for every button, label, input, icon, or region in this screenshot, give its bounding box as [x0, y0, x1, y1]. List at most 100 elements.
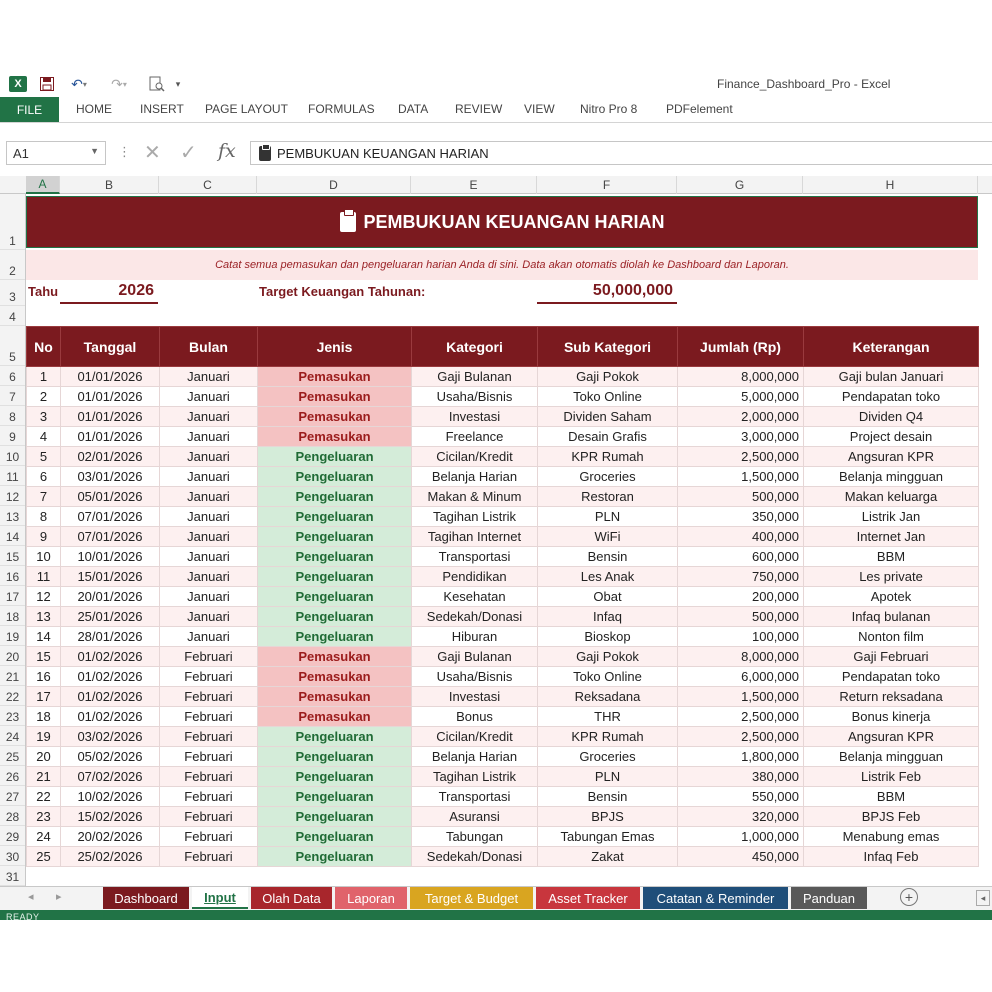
cell-jumlah[interactable]: 380,000: [677, 766, 804, 787]
cell-kategori[interactable]: Tagihan Listrik: [411, 766, 538, 787]
cell-tanggal[interactable]: 15/01/2026: [60, 566, 160, 587]
cell-jenis[interactable]: Pengeluaran: [257, 526, 412, 547]
cell-jumlah[interactable]: 6,000,000: [677, 666, 804, 687]
cell-jumlah[interactable]: 500,000: [677, 486, 804, 507]
cell-sub-kategori[interactable]: PLN: [537, 506, 678, 527]
cell-no[interactable]: 18: [26, 706, 61, 727]
cell-jumlah[interactable]: 8,000,000: [677, 366, 804, 387]
row-header[interactable]: 24: [0, 726, 25, 746]
cell-sub-kategori[interactable]: Reksadana: [537, 686, 678, 707]
cell-kategori[interactable]: Cicilan/Kredit: [411, 726, 538, 747]
sheet-tab-catatan-reminder[interactable]: Catatan & Reminder: [643, 887, 788, 909]
cell-kategori[interactable]: Cicilan/Kredit: [411, 446, 538, 467]
cell-tanggal[interactable]: 03/02/2026: [60, 726, 160, 747]
header-bulan[interactable]: Bulan: [159, 326, 258, 367]
sheet-tab-target-budget[interactable]: Target & Budget: [410, 887, 533, 909]
cell-bulan[interactable]: Januari: [159, 366, 258, 387]
row-header[interactable]: 30: [0, 846, 25, 866]
tab-home[interactable]: HOME: [76, 102, 112, 116]
tab-page-layout[interactable]: PAGE LAYOUT: [205, 102, 288, 116]
cell-tanggal[interactable]: 02/01/2026: [60, 446, 160, 467]
cell-jenis[interactable]: Pengeluaran: [257, 506, 412, 527]
header-kategori[interactable]: Kategori: [411, 326, 538, 367]
cell-keterangan[interactable]: Infaq Feb: [803, 846, 979, 867]
cell-keterangan[interactable]: Gaji Februari: [803, 646, 979, 667]
header-jenis[interactable]: Jenis: [257, 326, 412, 367]
header-keterangan[interactable]: Keterangan: [803, 326, 979, 367]
cell-bulan[interactable]: Februari: [159, 746, 258, 767]
cell-sub-kategori[interactable]: Toko Online: [537, 386, 678, 407]
cell-no[interactable]: 6: [26, 466, 61, 487]
cell-bulan[interactable]: Februari: [159, 686, 258, 707]
cell-jumlah[interactable]: 550,000: [677, 786, 804, 807]
target-value[interactable]: 50,000,000: [537, 282, 677, 304]
cell-bulan[interactable]: Januari: [159, 486, 258, 507]
cell-tanggal[interactable]: 05/01/2026: [60, 486, 160, 507]
sheet-tab-laporan[interactable]: Laporan: [335, 887, 407, 909]
header-no[interactable]: No: [26, 326, 61, 367]
cell-no[interactable]: 7: [26, 486, 61, 507]
cell-kategori[interactable]: Bonus: [411, 706, 538, 727]
cell-keterangan[interactable]: Listrik Feb: [803, 766, 979, 787]
cell-bulan[interactable]: Februari: [159, 806, 258, 827]
cell-jenis[interactable]: Pengeluaran: [257, 546, 412, 567]
cell-bulan[interactable]: Februari: [159, 826, 258, 847]
cell-keterangan[interactable]: Angsuran KPR: [803, 726, 979, 747]
cell-no[interactable]: 8: [26, 506, 61, 527]
cell-jenis[interactable]: Pengeluaran: [257, 846, 412, 867]
cell-bulan[interactable]: Januari: [159, 606, 258, 627]
row-header[interactable]: 21: [0, 666, 25, 686]
cell-no[interactable]: 3: [26, 406, 61, 427]
sheet-tab-olah-data[interactable]: Olah Data: [251, 887, 332, 909]
cell-sub-kategori[interactable]: KPR Rumah: [537, 726, 678, 747]
row-header[interactable]: 6: [0, 366, 25, 386]
cell-jumlah[interactable]: 400,000: [677, 526, 804, 547]
cell-bulan[interactable]: Februari: [159, 846, 258, 867]
row-header[interactable]: 18: [0, 606, 25, 626]
cell-keterangan[interactable]: Nonton film: [803, 626, 979, 647]
cell-jumlah[interactable]: 1,500,000: [677, 466, 804, 487]
row-header[interactable]: 2: [0, 250, 25, 280]
cell-kategori[interactable]: Tagihan Internet: [411, 526, 538, 547]
cell-keterangan[interactable]: Apotek: [803, 586, 979, 607]
cell-no[interactable]: 25: [26, 846, 61, 867]
row-header[interactable]: 19: [0, 626, 25, 646]
cell-sub-kategori[interactable]: WiFi: [537, 526, 678, 547]
cell-jumlah[interactable]: 1,500,000: [677, 686, 804, 707]
scroll-tabs-right-icon[interactable]: ▸: [56, 890, 62, 903]
cell-tanggal[interactable]: 07/01/2026: [60, 526, 160, 547]
cell-no[interactable]: 4: [26, 426, 61, 447]
scroll-left-icon[interactable]: ◂: [976, 890, 990, 906]
cell-jenis[interactable]: Pengeluaran: [257, 486, 412, 507]
header-sub-kategori[interactable]: Sub Kategori: [537, 326, 678, 367]
column-header-a[interactable]: A: [26, 176, 60, 194]
cell-sub-kategori[interactable]: Restoran: [537, 486, 678, 507]
cell-sub-kategori[interactable]: Zakat: [537, 846, 678, 867]
tab-review[interactable]: REVIEW: [455, 102, 502, 116]
cell-sub-kategori[interactable]: Bioskop: [537, 626, 678, 647]
cell-jenis[interactable]: Pengeluaran: [257, 746, 412, 767]
column-header-b[interactable]: B: [60, 176, 159, 194]
cell-keterangan[interactable]: Dividen Q4: [803, 406, 979, 427]
cell-sub-kategori[interactable]: Gaji Pokok: [537, 646, 678, 667]
row-header[interactable]: 12: [0, 486, 25, 506]
cell-sub-kategori[interactable]: KPR Rumah: [537, 446, 678, 467]
row-header[interactable]: 25: [0, 746, 25, 766]
cell-tanggal[interactable]: 10/01/2026: [60, 546, 160, 567]
cell-jumlah[interactable]: 500,000: [677, 606, 804, 627]
cell-tanggal[interactable]: 25/02/2026: [60, 846, 160, 867]
cell-kategori[interactable]: Pendidikan: [411, 566, 538, 587]
cell-tanggal[interactable]: 01/01/2026: [60, 366, 160, 387]
cell-kategori[interactable]: Asuransi: [411, 806, 538, 827]
cell-tanggal[interactable]: 01/02/2026: [60, 666, 160, 687]
cell-keterangan[interactable]: Return reksadana: [803, 686, 979, 707]
cell-tanggal[interactable]: 01/01/2026: [60, 406, 160, 427]
cell-jumlah[interactable]: 600,000: [677, 546, 804, 567]
cell-bulan[interactable]: Februari: [159, 646, 258, 667]
cell-kategori[interactable]: Sedekah/Donasi: [411, 606, 538, 627]
worksheet[interactable]: PEMBUKUAN KEUANGAN HARIAN Catat semua pe…: [26, 194, 992, 886]
row-header[interactable]: 13: [0, 506, 25, 526]
cell-sub-kategori[interactable]: THR: [537, 706, 678, 727]
cell-no[interactable]: 16: [26, 666, 61, 687]
cell-jumlah[interactable]: 3,000,000: [677, 426, 804, 447]
